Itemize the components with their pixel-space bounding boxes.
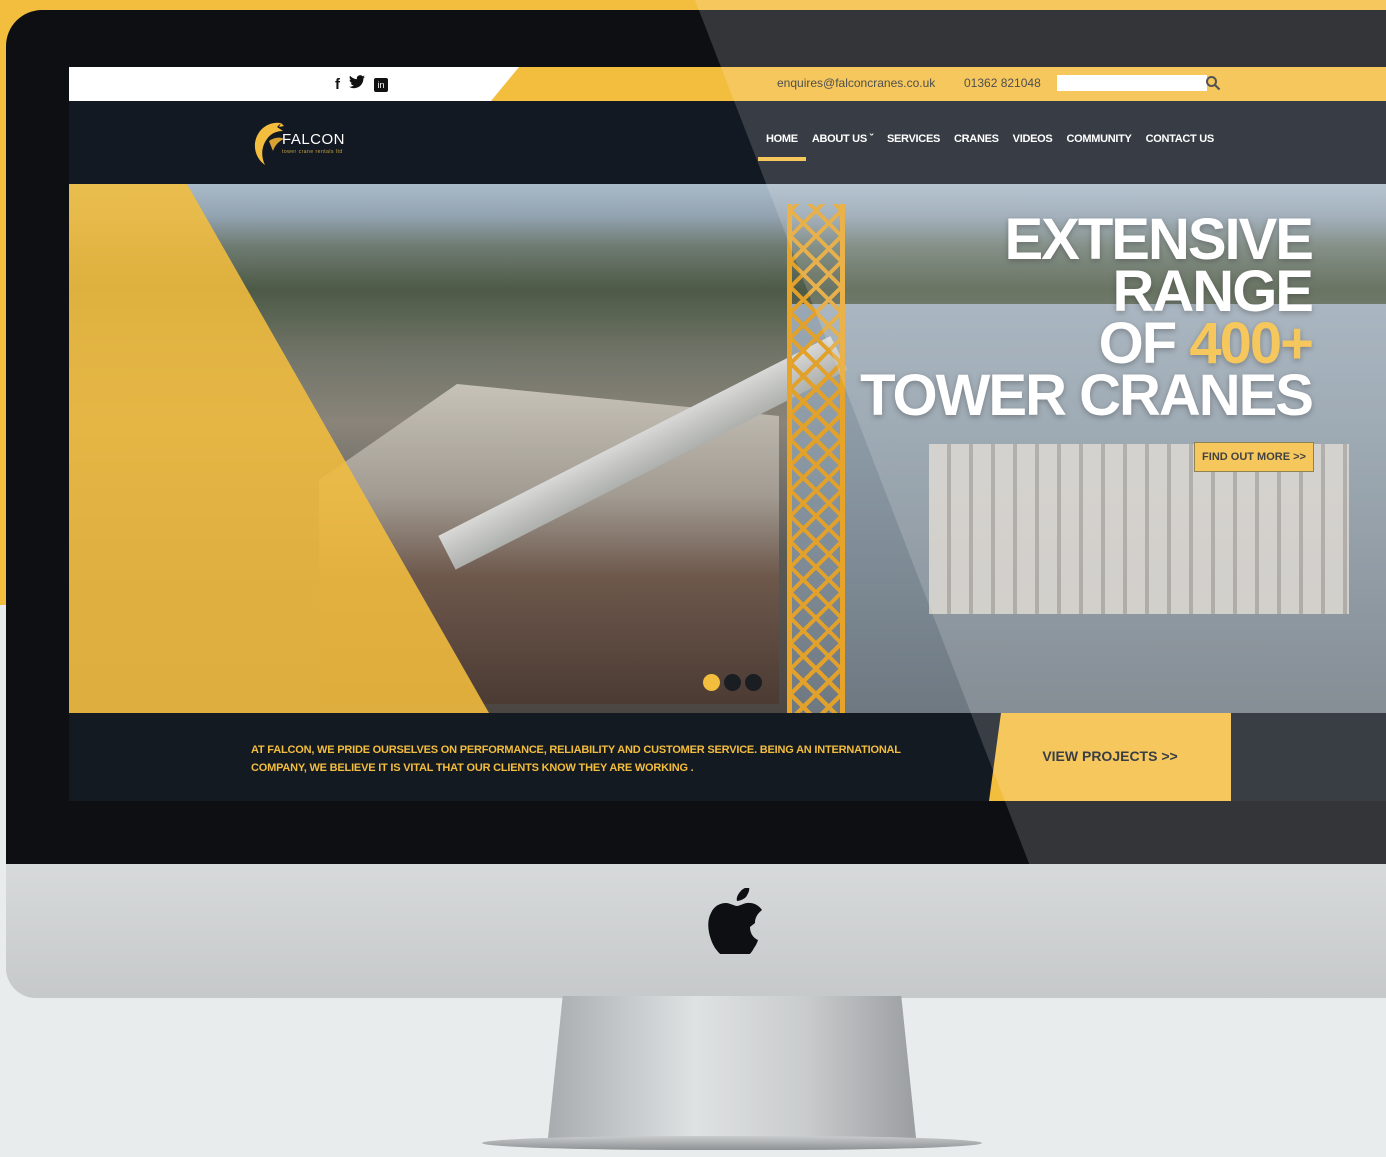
facebook-icon[interactable]: f — [335, 76, 340, 94]
falcon-bird-icon — [254, 122, 284, 165]
monitor-chin — [6, 864, 1386, 998]
slider-pagination — [703, 674, 762, 691]
monitor-stand-base — [482, 1136, 982, 1150]
contact-email-link[interactable]: enquires@falconcranes.co.uk — [777, 76, 935, 90]
main-navbar: FALCON tower crane rentals ltd HOME ABOU… — [69, 101, 1386, 184]
apple-logo-icon — [706, 887, 766, 956]
nav-cranes[interactable]: CRANES — [954, 133, 999, 145]
nav-community[interactable]: COMMUNITY — [1066, 133, 1131, 145]
contact-phone[interactable]: 01362 821048 — [964, 76, 1041, 90]
brand-tagline: tower crane rentals ltd — [282, 149, 343, 155]
nav-services[interactable]: SERVICES — [887, 133, 940, 145]
view-projects-button[interactable]: VIEW PROJECTS >> — [989, 713, 1231, 801]
slider-dot-2[interactable] — [724, 674, 741, 691]
hero-line-4: TOWER CRANES — [860, 363, 1314, 428]
search-input[interactable] — [1057, 75, 1207, 91]
nav-home[interactable]: HOME — [758, 133, 806, 161]
top-bar-accent — [491, 67, 1386, 101]
hero-headline: EXTENSIVE RANGE OF 400+ TOWER CRANES — [860, 211, 1314, 428]
view-projects-label: VIEW PROJECTS >> — [1042, 748, 1178, 764]
hero-slider: EXTENSIVE RANGE OF 400+ TOWER CRANES FIN… — [69, 184, 1386, 713]
slider-dot-1[interactable] — [703, 674, 720, 691]
linkedin-icon[interactable]: in — [374, 77, 388, 92]
primary-nav: HOME ABOUT US ˇ SERVICES CRANES VIDEOS C… — [758, 133, 1215, 161]
find-out-more-button[interactable]: FIND OUT MORE >> — [1194, 442, 1314, 472]
slider-dot-3[interactable] — [745, 674, 762, 691]
top-contact-bar: f in enquires@falconcranes.co.uk 01362 8… — [69, 67, 1386, 101]
website-screen: f in enquires@falconcranes.co.uk 01362 8… — [69, 67, 1386, 801]
nav-videos[interactable]: VIDEOS — [1013, 133, 1053, 145]
falcon-logo[interactable]: FALCON tower crane rentals ltd — [251, 117, 361, 171]
monitor-stand — [548, 996, 916, 1138]
nav-about-us[interactable]: ABOUT US ˇ — [812, 133, 873, 145]
social-links: f in — [335, 75, 388, 94]
twitter-icon[interactable] — [349, 75, 365, 94]
hero-photo-crane-mast — [787, 204, 845, 713]
brand-name: FALCON — [282, 131, 346, 148]
nav-contact-us[interactable]: CONTACT US — [1146, 133, 1215, 145]
search-icon[interactable] — [1205, 75, 1223, 93]
intro-text: AT FALCON, WE PRIDE OURSELVES ON PERFORM… — [251, 744, 901, 774]
intro-strip: AT FALCON, WE PRIDE OURSELVES ON PERFORM… — [69, 713, 1386, 801]
